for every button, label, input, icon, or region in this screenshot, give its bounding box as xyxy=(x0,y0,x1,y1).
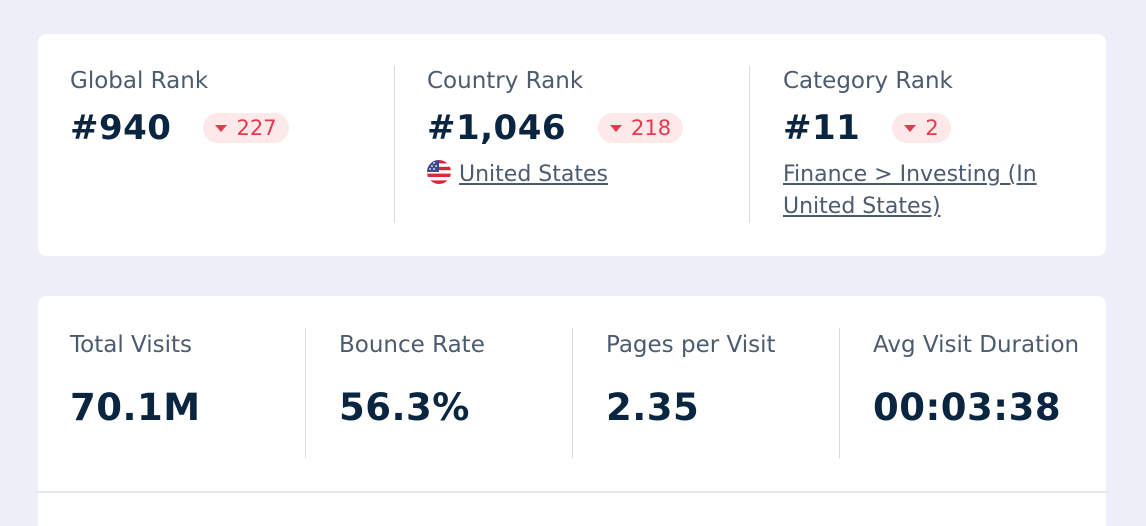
category-link[interactable]: Finance > Investing (In United States) xyxy=(783,159,1037,223)
caret-down-icon xyxy=(215,124,228,132)
avg-visit-duration-block: Avg Visit Duration 00:03:38 xyxy=(873,330,1079,430)
total-visits-value: 70.1M xyxy=(70,386,201,429)
category-rank-change-badge: 2 xyxy=(892,113,951,143)
pages-per-visit-label: Pages per Visit xyxy=(606,332,776,358)
divider xyxy=(749,66,750,223)
engagement-card: Total Visits 70.1M Bounce Rate 56.3% Pag… xyxy=(38,296,1106,526)
divider xyxy=(572,328,573,458)
category-rank-label: Category Rank xyxy=(783,68,953,94)
bounce-rate-label: Bounce Rate xyxy=(339,332,485,358)
caret-down-icon xyxy=(904,124,917,132)
country-rank-label: Country Rank xyxy=(427,68,584,94)
category-link-line1[interactable]: Finance > Investing (In xyxy=(783,159,1037,191)
us-flag-icon xyxy=(427,160,451,184)
rank-card: Global Rank #940 227 Country Rank #1,046… xyxy=(38,34,1106,256)
global-rank-change-badge: 227 xyxy=(203,113,289,143)
divider xyxy=(305,328,306,458)
avg-visit-duration-label: Avg Visit Duration xyxy=(873,332,1080,358)
bounce-rate-block: Bounce Rate 56.3% xyxy=(339,330,485,430)
divider xyxy=(839,328,840,458)
global-rank-change: 227 xyxy=(236,116,277,140)
caret-down-icon xyxy=(610,124,623,132)
category-rank-block: Category Rank #11 2 Finance > Investing … xyxy=(783,66,1037,223)
country-rank-change: 218 xyxy=(631,116,672,140)
global-rank-value: #940 xyxy=(70,108,172,148)
global-rank-label: Global Rank xyxy=(70,68,209,94)
country-rank-value: #1,046 xyxy=(427,108,567,148)
pages-per-visit-block: Pages per Visit 2.35 xyxy=(606,330,776,430)
country-rank-block: Country Rank #1,046 218 United States xyxy=(427,66,684,191)
country-rank-change-badge: 218 xyxy=(598,113,684,143)
divider xyxy=(394,66,395,223)
category-rank-value: #11 xyxy=(783,108,861,148)
country-link[interactable]: United States xyxy=(459,162,608,187)
avg-visit-duration-value: 00:03:38 xyxy=(873,386,1062,429)
category-rank-change: 2 xyxy=(925,116,939,140)
global-rank-block: Global Rank #940 227 xyxy=(70,66,289,148)
total-visits-label: Total Visits xyxy=(70,332,193,358)
bounce-rate-value: 56.3% xyxy=(339,386,470,429)
divider xyxy=(38,491,1106,493)
pages-per-visit-value: 2.35 xyxy=(606,386,700,429)
total-visits-block: Total Visits 70.1M xyxy=(70,330,201,430)
category-link-line2[interactable]: United States) xyxy=(783,191,1037,223)
